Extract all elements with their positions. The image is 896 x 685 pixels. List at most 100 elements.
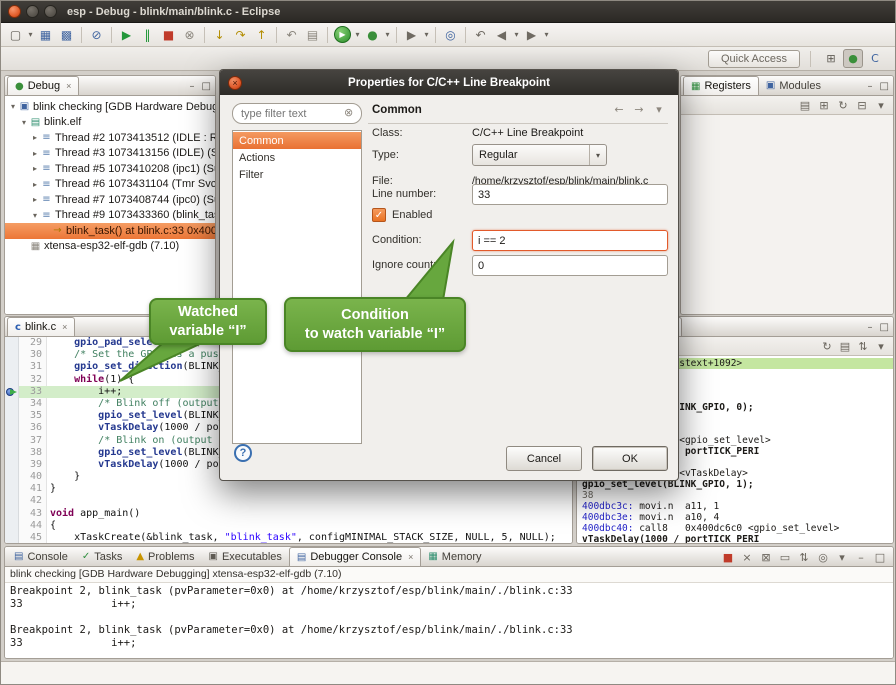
forward-icon[interactable]: ▶ [521, 25, 542, 45]
pin-console-icon[interactable]: ◎ [814, 549, 832, 565]
code-line[interactable]: 42 [5, 495, 572, 507]
close-icon[interactable]: × [408, 552, 413, 562]
view-menu-icon[interactable]: ▾ [872, 338, 890, 354]
tab-console[interactable]: ▤Console [7, 547, 75, 566]
resume-icon[interactable]: ▶ [116, 25, 137, 45]
quick-access-button[interactable]: Quick Access [708, 50, 800, 68]
window-close-button[interactable] [8, 5, 21, 18]
clear-console-icon[interactable]: ▭ [776, 549, 794, 565]
forward-dropdown-icon[interactable]: ▾ [542, 25, 551, 45]
enabled-checkbox[interactable]: ✓ [372, 208, 386, 222]
filter-input[interactable] [232, 103, 362, 124]
new-dropdown-icon[interactable]: ▾ [26, 25, 35, 45]
disconnect-icon[interactable]: ⊗ [179, 25, 200, 45]
cancel-button[interactable]: Cancel [506, 446, 582, 471]
tab-debug[interactable]: ● Debug × [7, 76, 79, 95]
disassembly-line[interactable]: 38 [582, 490, 893, 501]
console-text[interactable]: Breakpoint 2, blink_task (pvParameter=0x… [5, 583, 893, 658]
debug-dropdown-icon[interactable]: ▾ [383, 25, 392, 45]
tab-modules[interactable]: ▣Modules [759, 76, 828, 95]
terminate-icon[interactable]: ■ [719, 549, 737, 565]
step-return-icon[interactable]: ↑ [251, 25, 272, 45]
expander-closed-icon[interactable]: ▸ [30, 149, 40, 158]
debug-tree-item[interactable]: ▸≡Thread #6 1073431104 (Tmr Svc) (Suspen… [5, 177, 215, 193]
disassembly-line[interactable]: vTaskDelay(1000 / portTICK_PERI [582, 534, 893, 543]
tab-blink-c[interactable]: c blink.c × [7, 317, 75, 336]
external-tools-icon[interactable]: ▶ [401, 25, 422, 45]
dialog-section-filter[interactable]: Filter [233, 166, 361, 183]
disassembly-line[interactable]: 400dbc3c: movi.n a11, 1 [582, 501, 893, 512]
clear-filter-icon[interactable]: ⊗ [344, 106, 353, 119]
close-icon[interactable]: × [66, 81, 71, 91]
terminate-icon[interactable]: ■ [158, 25, 179, 45]
search-icon[interactable]: ◎ [440, 25, 461, 45]
minimize-icon[interactable]: – [852, 549, 870, 565]
expander-open-icon[interactable]: ▾ [8, 102, 18, 111]
debug-perspective-icon[interactable]: ● [843, 49, 863, 68]
debug-tree-item[interactable]: ▦xtensa-esp32-elf-gdb (7.10) [5, 239, 215, 255]
refresh-icon[interactable]: ↻ [818, 338, 836, 354]
step-over-icon[interactable]: ↷ [230, 25, 251, 45]
step-into-icon[interactable]: ↓ [209, 25, 230, 45]
code-line[interactable]: 45 xTaskCreate(&blink_task, "blink_task"… [5, 532, 572, 543]
back-icon[interactable]: ← [610, 101, 628, 117]
tab-registers[interactable]: ▦Registers [683, 76, 759, 95]
save-all-icon[interactable]: ▩ [56, 25, 77, 45]
debug-tree-item[interactable]: ▸≡Thread #3 1073413156 (IDLE) (Suspended… [5, 146, 215, 162]
layout-icon[interactable]: ▤ [796, 97, 814, 113]
debug-tree-item[interactable]: ▸≡Thread #5 1073410208 (ipc1) (Suspended… [5, 161, 215, 177]
code-line[interactable]: 44{ [5, 520, 572, 532]
tab-problems[interactable]: ▲Problems [129, 547, 201, 566]
show-source-icon[interactable]: ▤ [836, 338, 854, 354]
drop-to-frame-icon[interactable]: ↶ [281, 25, 302, 45]
remove-all-terminated-icon[interactable]: ⊠ [757, 549, 775, 565]
expander-closed-icon[interactable]: ▸ [30, 180, 40, 189]
window-maximize-button[interactable] [44, 5, 57, 18]
expander-open-icon[interactable]: ▾ [30, 211, 40, 220]
sync-with-stack-frame-icon[interactable]: ⇅ [854, 338, 872, 354]
suspend-icon[interactable]: ‖ [137, 25, 158, 45]
code-line[interactable]: 41} [5, 483, 572, 495]
code-line[interactable]: 43void app_main() [5, 508, 572, 520]
disassembly-line[interactable]: 400dbc3e: movi.n a10, 4 [582, 512, 893, 523]
view-menu-icon[interactable]: ▾ [872, 97, 890, 113]
maximize-icon[interactable]: □ [880, 322, 889, 333]
debug-tree-item[interactable]: ▸≡Thread #7 1073408744 (ipc0) (Suspended… [5, 192, 215, 208]
ok-button[interactable]: OK [592, 446, 668, 471]
maximize-icon[interactable]: □ [880, 81, 889, 92]
ignore-count-input[interactable] [472, 255, 668, 276]
expander-closed-icon[interactable]: ▸ [30, 164, 40, 173]
back-icon[interactable]: ◀ [491, 25, 512, 45]
minimize-icon[interactable]: – [190, 81, 195, 92]
collapse-all-icon[interactable]: ⊟ [853, 97, 871, 113]
refresh-icon[interactable]: ↻ [834, 97, 852, 113]
breakpoint-gutter[interactable] [5, 386, 19, 398]
tab-executables[interactable]: ▣Executables [202, 547, 289, 566]
minimize-icon[interactable]: – [868, 322, 873, 333]
remove-launch-icon[interactable]: × [738, 549, 756, 565]
window-minimize-button[interactable] [26, 5, 39, 18]
debug-tree-item[interactable]: ▸≡Thread #2 1073413512 (IDLE : Running) [5, 130, 215, 146]
debug-icon[interactable]: ● [362, 25, 383, 45]
open-perspective-icon[interactable]: ⊞ [821, 49, 841, 68]
condition-input[interactable] [472, 230, 668, 251]
run-icon[interactable]: ▶ [334, 26, 351, 43]
maximize-icon[interactable]: □ [202, 81, 211, 92]
dialog-section-common[interactable]: Common [233, 132, 361, 149]
disassembly-line[interactable]: 400dbc40: call8 0x400dc6c0 <gpio_set_lev… [582, 523, 893, 534]
expander-closed-icon[interactable]: ▸ [30, 133, 40, 142]
scroll-lock-icon[interactable]: ⇅ [795, 549, 813, 565]
tab-tasks[interactable]: ✓Tasks [75, 547, 130, 566]
expander-closed-icon[interactable]: ▸ [30, 195, 40, 204]
external-tools-dropdown-icon[interactable]: ▾ [422, 25, 431, 45]
expander-open-icon[interactable]: ▾ [19, 118, 29, 127]
instruction-stepping-mode-icon[interactable]: ▤ [302, 25, 323, 45]
debug-tree-item[interactable]: →blink_task() at blink.c:33 0x400dbc39 [5, 223, 215, 239]
skip-all-breakpoints-icon[interactable]: ⊘ [86, 25, 107, 45]
back-dropdown-icon[interactable]: ▾ [512, 25, 521, 45]
minimize-icon[interactable]: – [868, 81, 873, 92]
maximize-icon[interactable]: □ [871, 549, 889, 565]
last-edit-location-icon[interactable]: ↶ [470, 25, 491, 45]
dialog-section-actions[interactable]: Actions [233, 149, 361, 166]
display-selected-console-icon[interactable]: ▾ [833, 549, 851, 565]
